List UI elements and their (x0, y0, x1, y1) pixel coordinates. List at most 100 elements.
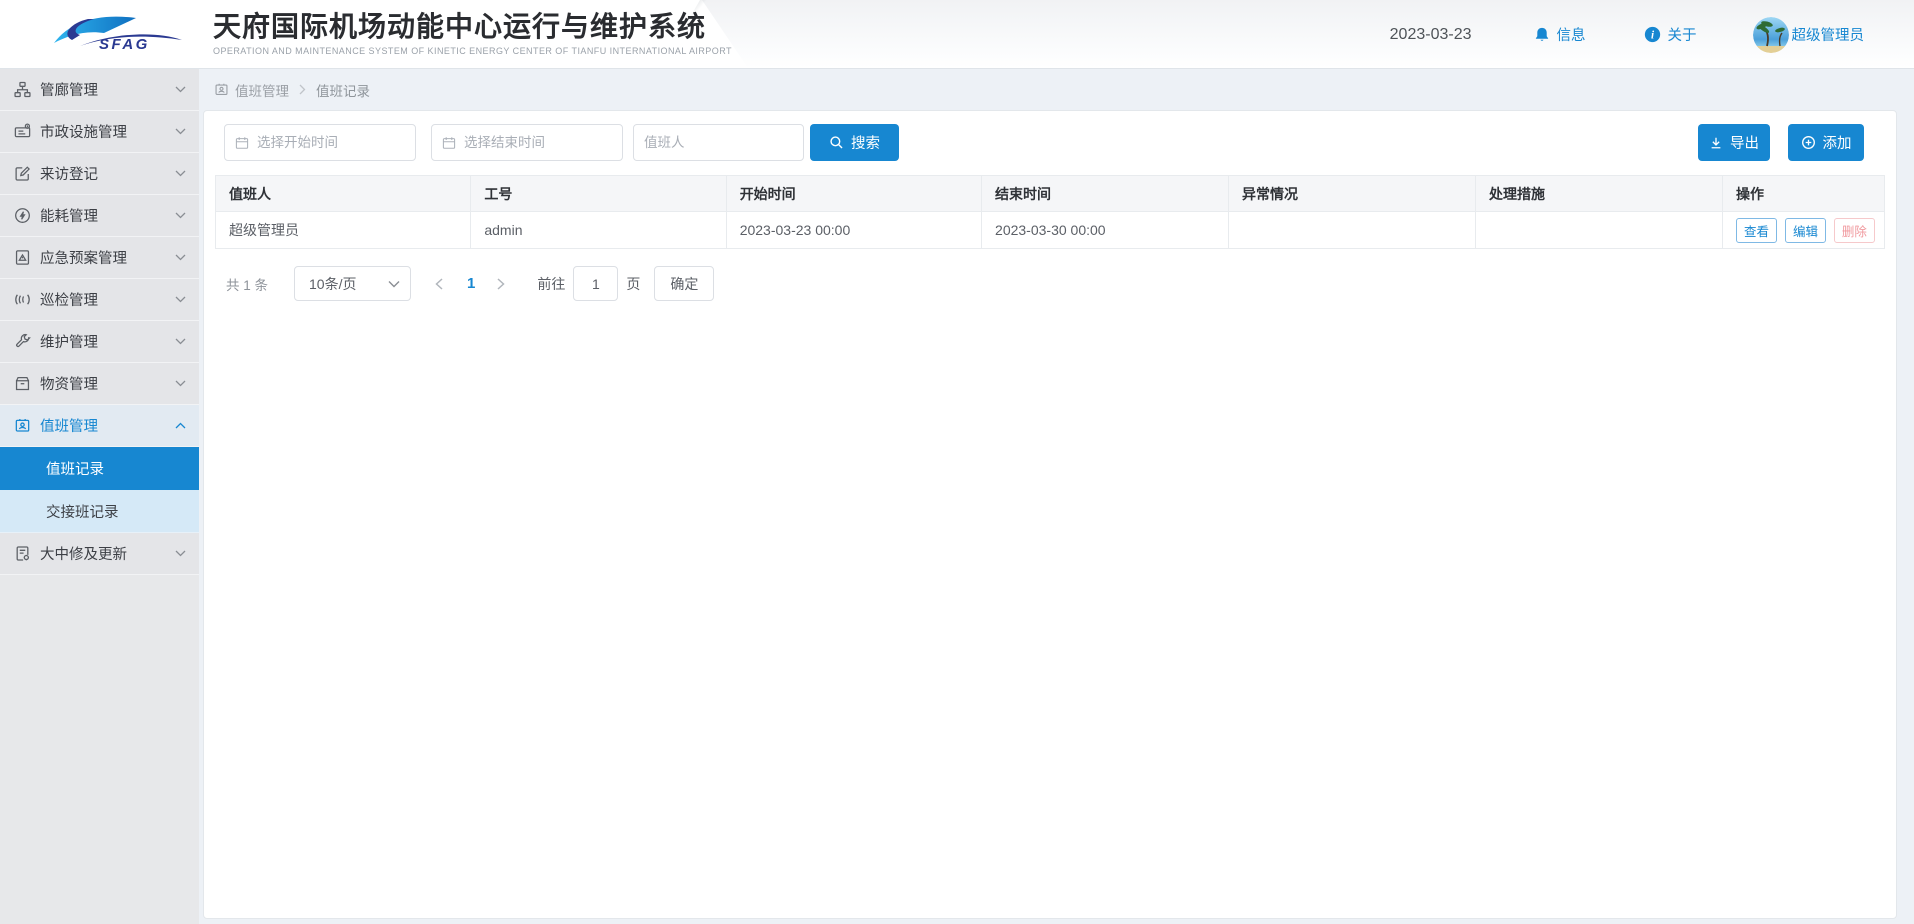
messages-label: 信息 (1557, 24, 1586, 45)
current-date: 2023-03-23 (1390, 26, 1472, 44)
about-link[interactable]: i 关于 (1644, 24, 1697, 45)
column-header-abnormal: 异常情况 (1229, 176, 1476, 212)
page-unit-label: 页 (626, 274, 640, 294)
cell-abnormal (1229, 212, 1476, 249)
duty-person-field[interactable] (633, 124, 804, 161)
chevron-right-icon (497, 278, 505, 290)
search-button-label: 搜索 (851, 132, 880, 153)
wrench-icon (14, 333, 31, 350)
start-time-input[interactable] (257, 135, 405, 150)
search-button[interactable]: 搜索 (810, 124, 899, 161)
chevron-down-icon (175, 254, 186, 261)
sidebar-item-label: 巡检管理 (40, 289, 98, 310)
column-header-person: 值班人 (216, 176, 471, 212)
sidebar-item-energy-management[interactable]: 能耗管理 (0, 195, 199, 237)
sidebar-subitem-duty-record[interactable]: 值班记录 (0, 447, 199, 490)
sfag-logo-icon: SFAG (46, 12, 186, 56)
chevron-up-icon (175, 422, 186, 429)
main-content: 值班管理 值班记录 (199, 69, 1914, 924)
sidebar-item-maintenance[interactable]: 维护管理 (0, 321, 199, 363)
header-right: 2023-03-23 信息 i 关于 (1390, 0, 1864, 69)
column-header-job-no: 工号 (471, 176, 726, 212)
username: 超级管理员 (1792, 24, 1865, 45)
facility-icon (14, 123, 31, 140)
edit-button[interactable]: 编辑 (1785, 218, 1826, 243)
document-gear-icon (14, 545, 31, 562)
sidebar-item-materials[interactable]: 物资管理 (0, 363, 199, 405)
circle-plus-icon (1801, 135, 1816, 150)
chevron-down-icon (175, 550, 186, 557)
cell-measure (1476, 212, 1723, 249)
chevron-down-icon (388, 280, 400, 288)
app-subtitle: OPERATION AND MAINTENANCE SYSTEM OF KINE… (213, 46, 732, 56)
prev-page-button[interactable] (435, 278, 443, 290)
avatar-beach-image (1753, 17, 1789, 53)
goto-page-input[interactable] (573, 266, 618, 301)
table-header-row: 值班人 工号 开始时间 结束时间 异常情况 处理措施 操作 (216, 176, 1885, 212)
messages-link[interactable]: 信息 (1534, 24, 1586, 45)
cell-actions: 查看 编辑 删除 (1723, 212, 1885, 249)
view-button[interactable]: 查看 (1736, 218, 1777, 243)
table-row: 超级管理员 admin 2023-03-23 00:00 2023-03-30 … (216, 212, 1885, 249)
end-time-input[interactable] (464, 135, 612, 150)
export-button[interactable]: 导出 (1698, 124, 1770, 161)
duty-person-input[interactable] (644, 135, 793, 150)
sidebar-item-label: 管廊管理 (40, 79, 98, 100)
page-size-select[interactable]: 10条/页 (294, 266, 411, 301)
sidebar-item-visit-registration[interactable]: 来访登记 (0, 153, 199, 195)
end-time-picker[interactable] (431, 124, 623, 161)
bell-icon (1534, 26, 1550, 43)
column-header-measure: 处理措施 (1476, 176, 1723, 212)
chevron-down-icon (175, 212, 186, 219)
sidebar-item-municipal-facilities[interactable]: 市政设施管理 (0, 111, 199, 153)
sidebar-item-label: 值班管理 (40, 415, 98, 436)
sidebar-subitem-shift-handover-record[interactable]: 交接班记录 (0, 490, 199, 533)
duty-badge-icon (14, 417, 31, 434)
current-page[interactable]: 1 (467, 275, 475, 292)
app-header: SFAG 天府国际机场动能中心运行与维护系统 OPERATION AND MAI… (0, 0, 1914, 69)
chevron-down-icon (175, 338, 186, 345)
download-icon (1709, 136, 1723, 150)
export-button-label: 导出 (1730, 132, 1759, 153)
brand-logo: SFAG (46, 12, 186, 61)
delete-button[interactable]: 删除 (1834, 218, 1875, 243)
energy-icon (14, 207, 31, 224)
chevron-down-icon (175, 296, 186, 303)
sidebar-subitem-label: 值班记录 (46, 458, 104, 479)
chevron-down-icon (175, 86, 186, 93)
sidebar-item-label: 能耗管理 (40, 205, 98, 226)
search-icon (829, 135, 844, 150)
add-button[interactable]: 添加 (1788, 124, 1864, 161)
user-menu[interactable]: 超级管理员 (1753, 17, 1865, 53)
network-icon (14, 81, 31, 98)
chevron-right-icon (299, 84, 306, 95)
sidebar-item-emergency-plan[interactable]: 应急预案管理 (0, 237, 199, 279)
sidebar-item-pipe-gallery[interactable]: 管廊管理 (0, 69, 199, 111)
duty-badge-icon (214, 82, 229, 97)
column-header-end: 结束时间 (982, 176, 1229, 212)
sidebar-item-label: 来访登记 (40, 163, 98, 184)
cell-end: 2023-03-30 00:00 (982, 212, 1229, 249)
calendar-icon (442, 136, 456, 150)
next-page-button[interactable] (497, 278, 505, 290)
sidebar-subitem-label: 交接班记录 (46, 501, 119, 522)
column-header-actions: 操作 (1723, 176, 1885, 212)
start-time-picker[interactable] (224, 124, 416, 161)
info-icon: i (1644, 26, 1661, 43)
chevron-down-icon (175, 380, 186, 387)
emergency-icon (14, 249, 31, 266)
sidebar-item-label: 应急预案管理 (40, 247, 127, 268)
duty-record-table: 值班人 工号 开始时间 结束时间 异常情况 处理措施 操作 超级管理员 admi… (215, 175, 1885, 249)
sidebar-item-overhaul-renewal[interactable]: 大中修及更新 (0, 533, 199, 575)
goto-label: 前往 (537, 274, 565, 294)
breadcrumb-item[interactable]: 值班管理 (235, 80, 289, 100)
breadcrumb: 值班管理 值班记录 (199, 69, 1914, 110)
sidebar-item-duty-management[interactable]: 值班管理 (0, 405, 199, 447)
sidebar-item-inspection[interactable]: 巡检管理 (0, 279, 199, 321)
inspection-waves-icon (14, 291, 31, 308)
breadcrumb-item-current: 值班记录 (316, 80, 370, 100)
avatar (1753, 17, 1789, 53)
sidebar-item-label: 维护管理 (40, 331, 98, 352)
sidebar-item-label: 大中修及更新 (40, 543, 127, 564)
confirm-button[interactable]: 确定 (654, 266, 714, 301)
